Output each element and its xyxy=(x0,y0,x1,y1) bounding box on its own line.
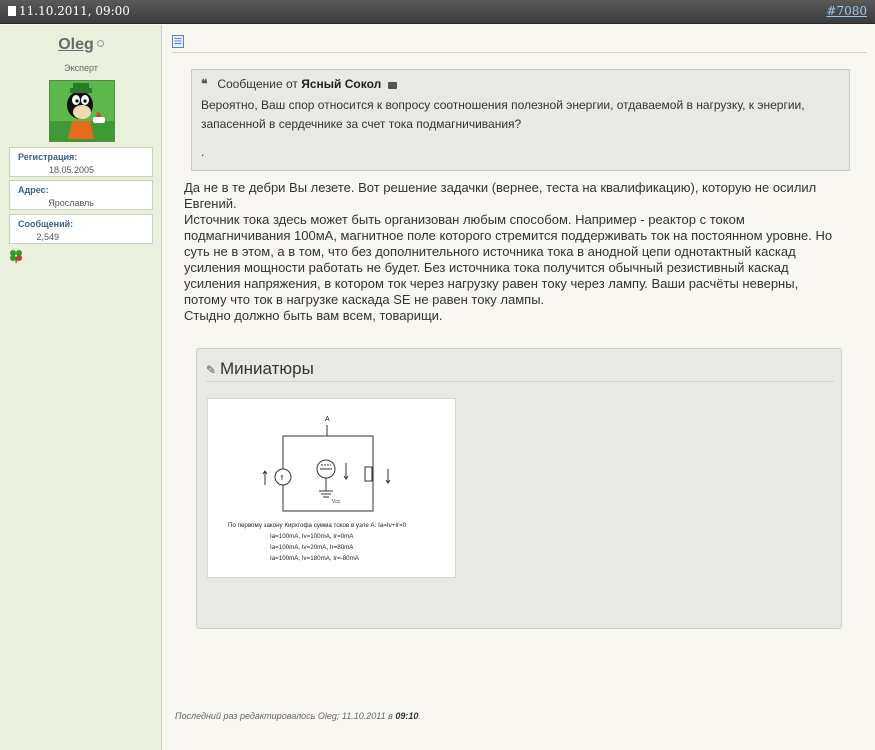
address-label: Адрес: xyxy=(18,185,49,195)
attachments-title: ✎ Миниатюры xyxy=(206,359,314,379)
current-row: Ia=100mA, Iv=20mA, Ir=80mA xyxy=(270,544,354,551)
attachments-divider xyxy=(206,381,834,382)
node-label: A xyxy=(325,416,330,423)
user-sidebar: Oleg Эксперт Регистрация: 18.05.2005 Адр… xyxy=(0,25,162,750)
paperclip-icon: ✎ xyxy=(206,363,217,377)
username-text[interactable]: Oleg xyxy=(58,36,94,53)
view-post-icon[interactable] xyxy=(387,82,397,89)
address-value: Ярославль xyxy=(48,198,94,208)
post-date: 11.10.2011, 09:00 xyxy=(8,4,130,18)
registration-value: 18.05.2005 xyxy=(48,165,94,175)
attachments-title-text: Миниатюры xyxy=(220,359,314,378)
post-date-text: 11.10.2011, 09:00 xyxy=(19,4,130,18)
kirchhoff-caption: По первому закону Кирхгофа сумма токов в… xyxy=(228,522,407,529)
post-message: Да не в те дебри Вы лезете. Вот решение … xyxy=(184,180,864,324)
message-line: суть не в этом, а в том, что без дополни… xyxy=(184,244,796,259)
messages-label: Сообщений: xyxy=(18,219,74,229)
quote-prefix: Сообщение от xyxy=(217,77,298,91)
registration-label: Регистрация: xyxy=(18,152,78,162)
message-line: Стыдно должно быть вам всем, товарищи. xyxy=(184,308,443,323)
current-row: Ia=100mA, Iv=180mA, Ir=-80mA xyxy=(270,555,360,562)
user-title: Эксперт xyxy=(64,63,98,73)
post-header-bar: 11.10.2011, 09:00 #7080 xyxy=(0,0,875,24)
registration-box: Регистрация: 18.05.2005 xyxy=(9,147,153,177)
post-icon xyxy=(172,35,184,48)
post-divider xyxy=(172,52,867,53)
address-box: Адрес: Ярославль xyxy=(9,180,153,210)
avatar[interactable] xyxy=(49,80,115,142)
offline-status-icon xyxy=(96,40,104,47)
circuit-diagram-image[interactable]: A ⇑ Vcc По первому закону Кирхгофа сумма… xyxy=(208,399,457,579)
edited-prefix: Последний раз редактировалось Oleg; 11.1… xyxy=(175,711,393,721)
username-link[interactable]: Oleg xyxy=(0,36,162,54)
post-status-icon xyxy=(8,6,16,16)
message-line: подмагничивания 100мА, магнитное поле ко… xyxy=(184,228,833,243)
quote-icon: ❝ xyxy=(201,77,208,91)
post-number-link[interactable]: #7080 xyxy=(826,4,867,18)
messages-value: 2,549 xyxy=(36,232,59,242)
message-line: Евгений. xyxy=(184,196,237,211)
edited-time: 09:10 xyxy=(395,711,419,721)
edited-suffix: . xyxy=(418,711,421,721)
message-line: Источник тока здесь может быть организов… xyxy=(184,212,745,227)
current-row: Ia=100mA, Iv=100mA, Ir=0mA xyxy=(270,533,354,540)
message-line: Да не в те дебри Вы лезете. Вот решение … xyxy=(184,180,817,195)
svg-text:Vcc: Vcc xyxy=(332,499,341,505)
quote-text: Вероятно, Ваш спор относится к вопросу с… xyxy=(201,98,805,131)
messages-box: Сообщений: 2,549 xyxy=(9,214,153,244)
post-content: ❝ Сообщение от Ясный Сокол Вероятно, Ваш… xyxy=(163,25,875,750)
message-line: усиления напряжения, в котором ток через… xyxy=(184,276,799,291)
quote-block: ❝ Сообщение от Ясный Сокол Вероятно, Ваш… xyxy=(191,69,850,171)
last-edited-note: Последний раз редактировалось Oleg; 11.1… xyxy=(175,711,421,721)
svg-text:⇑: ⇑ xyxy=(279,474,285,482)
message-line: потому что ток в нагрузке каскада SE не … xyxy=(184,292,545,307)
attachments-panel: ✎ Миниатюры A ⇑ Vcc По первому закону Ки… xyxy=(196,348,842,629)
attachment-thumbnail[interactable]: A ⇑ Vcc По первому закону Кирхгофа сумма… xyxy=(207,398,456,578)
quote-trailing-text: . xyxy=(201,145,205,159)
quote-header: ❝ Сообщение от Ясный Сокол xyxy=(201,77,397,91)
reputation-clover-icon[interactable] xyxy=(9,249,23,263)
message-line: усиления мощности работать не будет. Без… xyxy=(184,260,789,275)
quote-author: Ясный Сокол xyxy=(301,77,382,91)
